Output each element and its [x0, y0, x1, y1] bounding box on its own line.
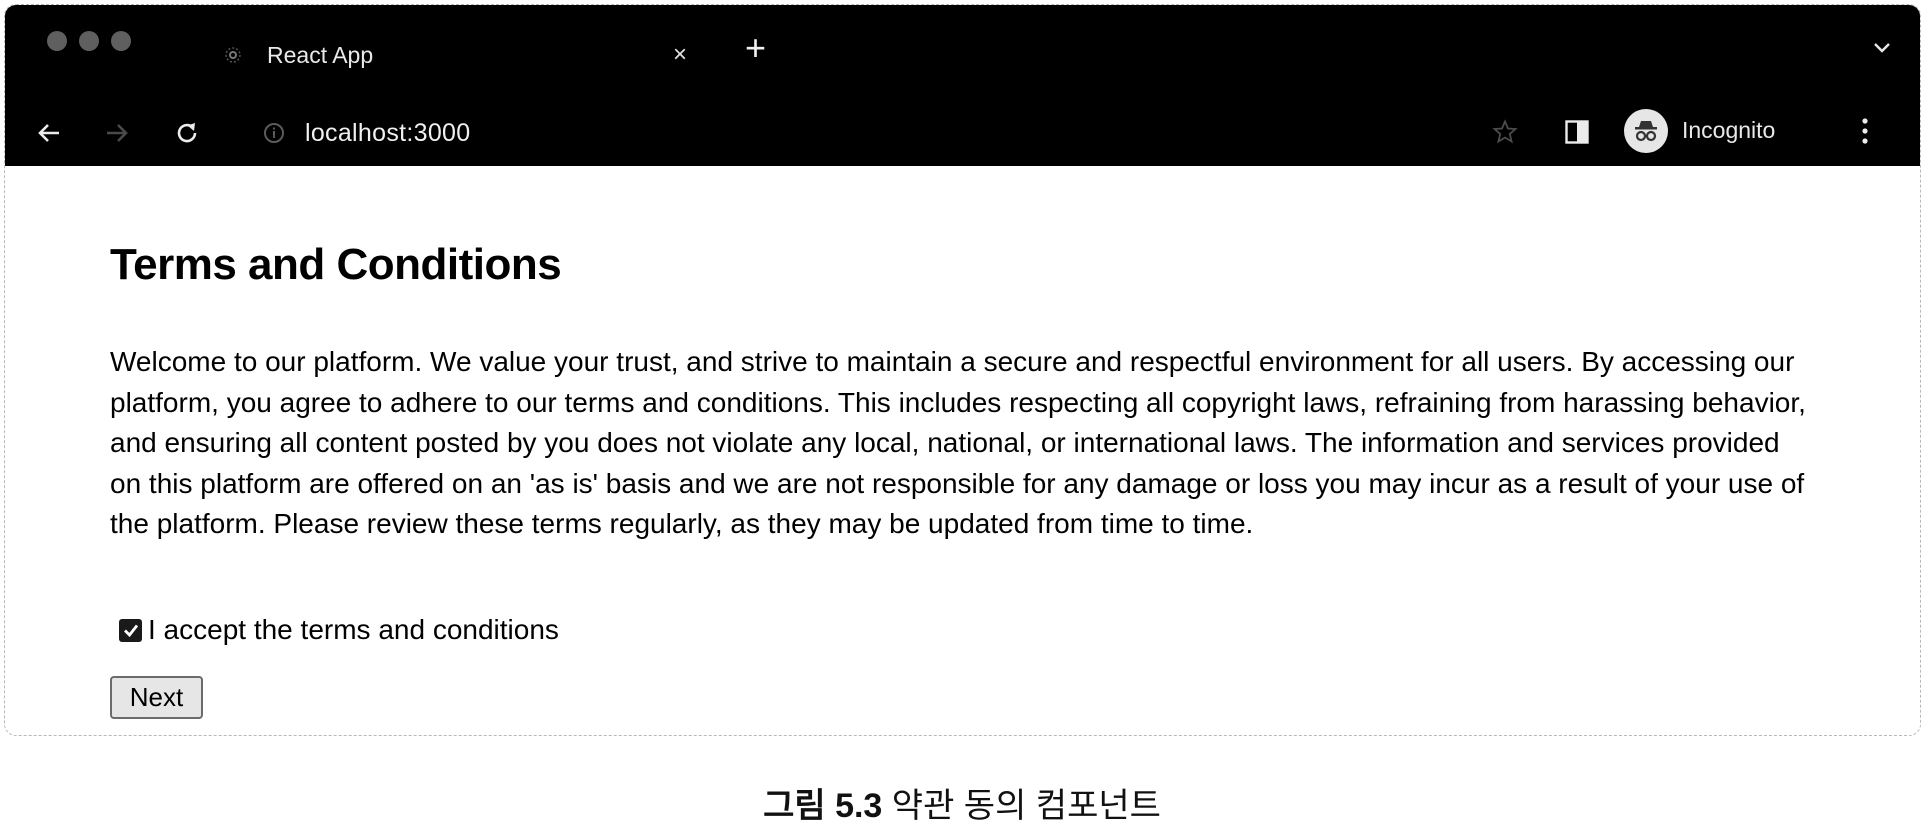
next-button[interactable]: Next — [110, 676, 203, 719]
window-controls — [47, 31, 131, 51]
page-title: Terms and Conditions — [110, 240, 562, 289]
accept-terms-label[interactable]: I accept the terms and conditions — [148, 614, 559, 646]
chevron-down-icon[interactable] — [1872, 41, 1892, 60]
checkmark-icon — [123, 624, 138, 638]
toolbar: localhost:3000 Incognito — [5, 105, 1920, 157]
minimize-window-button[interactable] — [79, 31, 99, 51]
browser-chrome: React App × + localhost:3000 Incognito — [5, 5, 1920, 166]
page-content: Terms and Conditions Welcome to our plat… — [5, 166, 1920, 735]
address-bar[interactable]: localhost:3000 — [263, 117, 470, 149]
close-window-button[interactable] — [47, 31, 67, 51]
reload-icon[interactable] — [171, 117, 203, 149]
zoom-window-button[interactable] — [111, 31, 131, 51]
tab-favicon-icon — [223, 45, 243, 65]
tab-react-app[interactable]: React App × — [223, 23, 698, 87]
caption-number: 그림 5.3 — [763, 787, 883, 825]
terms-text: Welcome to our platform. We value your t… — [110, 346, 1806, 539]
accept-terms-checkbox[interactable] — [119, 618, 142, 642]
figure-caption: 그림 5.3 약관 동의 컴포넌트 — [0, 778, 1924, 827]
more-vert-icon[interactable] — [1860, 115, 1870, 152]
plus-icon[interactable]: + — [745, 30, 766, 66]
incognito-label[interactable]: Incognito — [1682, 117, 1775, 144]
url-text[interactable]: localhost:3000 — [305, 119, 470, 148]
info-icon[interactable] — [263, 122, 285, 144]
accept-terms-row[interactable]: I accept the terms and conditions — [119, 614, 559, 646]
side-panel-icon[interactable] — [1564, 119, 1590, 150]
close-icon[interactable]: × — [662, 41, 698, 69]
star-icon[interactable] — [1492, 119, 1518, 150]
back-arrow-icon[interactable] — [33, 117, 65, 149]
forward-arrow-icon[interactable] — [101, 117, 133, 149]
caption-text: 약관 동의 컴포넌트 — [891, 787, 1161, 825]
browser-window: React App × + localhost:3000 Incognito T… — [4, 4, 1921, 736]
tab-title: React App — [267, 41, 374, 68]
incognito-icon[interactable] — [1624, 109, 1668, 153]
